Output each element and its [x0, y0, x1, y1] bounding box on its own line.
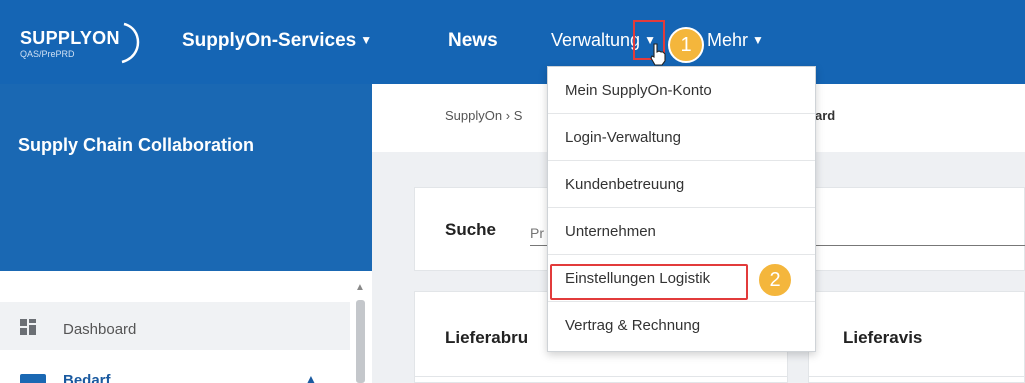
sidebar-header	[0, 84, 372, 271]
supplyon-logo[interactable]: SUPPLYON QAS/PrePRD	[12, 18, 147, 66]
card-divider	[414, 376, 788, 377]
menu-item-login-verwaltung[interactable]: Login-Verwaltung	[548, 114, 815, 161]
chevron-up-icon[interactable]: ▲	[305, 372, 317, 383]
nav-news-label: News	[448, 30, 498, 51]
sidebar-item-label: Dashboard	[63, 321, 137, 338]
chevron-down-icon: ▼	[752, 33, 764, 47]
step-badge-1: 1	[668, 27, 704, 63]
top-navigation-bar	[0, 0, 1025, 84]
highlight-einstellungen-logistik	[550, 264, 748, 300]
breadcrumb-item[interactable]: S	[514, 108, 523, 123]
lieferavis-card-title: Lieferavis	[843, 328, 923, 347]
sidebar-item-bedarf[interactable]: Bedarf	[63, 372, 111, 383]
breadcrumb: SupplyOn › S	[445, 108, 522, 123]
scrollbar-thumb[interactable]	[356, 300, 365, 383]
lieferabruf-card-title: Lieferabru	[445, 328, 529, 347]
breadcrumb-current: ard	[815, 108, 836, 123]
menu-item-label: Kundenbetreuung	[565, 176, 685, 193]
nav-verwaltung-label: Verwaltung	[551, 30, 641, 50]
logo-text: SUPPLYON	[20, 28, 120, 48]
card-divider	[808, 376, 1025, 377]
menu-item-kundenbetreuung[interactable]: Kundenbetreuung	[548, 161, 815, 208]
breadcrumb-root[interactable]: SupplyOn	[445, 108, 502, 123]
dashboard-icon	[20, 319, 36, 335]
breadcrumb-separator: ›	[505, 108, 511, 123]
sidebar-item-dashboard[interactable]	[0, 302, 350, 350]
folder-icon	[20, 374, 46, 383]
menu-item-mein-konto[interactable]: Mein SupplyOn-Konto	[548, 67, 815, 114]
menu-item-label: Vertrag & Rechnung	[565, 317, 701, 334]
step-badge-2: 2	[757, 262, 793, 298]
search-label: Suche	[445, 220, 497, 239]
menu-item-label: Unternehmen	[565, 223, 656, 240]
scroll-up-icon[interactable]: ▲	[355, 282, 365, 293]
menu-item-label: Mein SupplyOn-Konto	[565, 82, 712, 99]
verwaltung-dropdown-menu: Mein SupplyOn-Konto Login-Verwaltung Kun…	[547, 66, 816, 352]
nav-mehr-label: Mehr	[707, 30, 749, 50]
nav-news[interactable]: News	[448, 30, 498, 52]
menu-item-label: Login-Verwaltung	[565, 129, 681, 146]
nav-services-label: SupplyOn-Services	[182, 30, 357, 51]
hand-cursor-icon	[650, 43, 666, 66]
nav-supplyon-services[interactable]: SupplyOn-Services ▼	[182, 30, 372, 52]
sidebar-title: Supply Chain Collaboration	[18, 135, 255, 155]
nav-mehr[interactable]: Mehr ▼	[707, 30, 764, 51]
environment-label: QAS/PrePRD	[20, 49, 75, 59]
menu-item-vertrag-rechnung[interactable]: Vertrag & Rechnung	[548, 302, 815, 349]
menu-item-unternehmen[interactable]: Unternehmen	[548, 208, 815, 255]
chevron-down-icon: ▼	[360, 33, 373, 47]
